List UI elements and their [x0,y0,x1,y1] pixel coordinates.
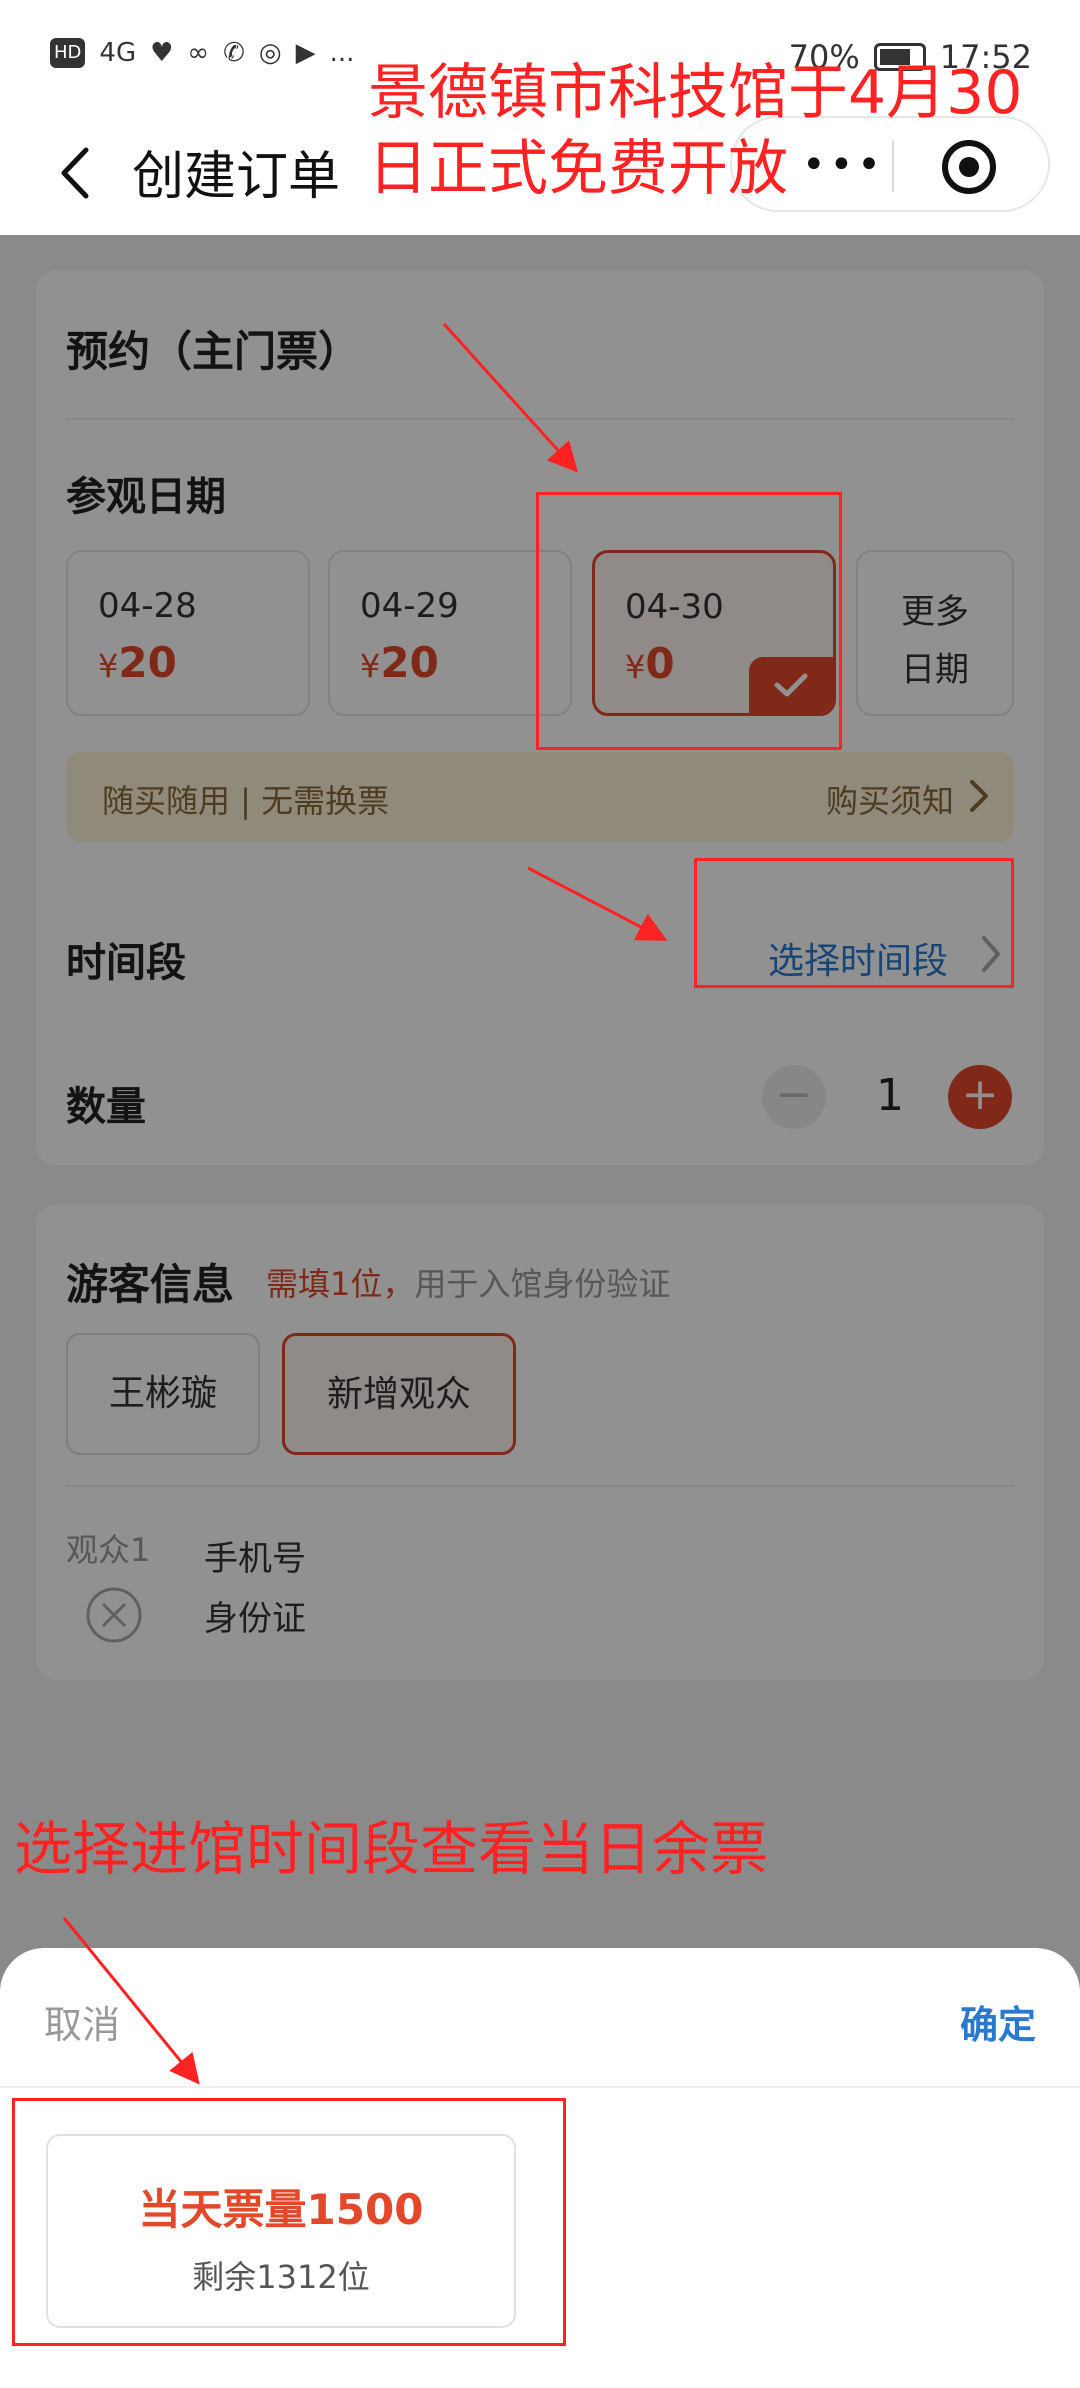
hd-icon: HD [50,38,86,68]
headline-annotation-line2: 日正式免费开放 [368,134,788,204]
call-icon: ✆ [223,38,245,68]
capsule-divider [892,140,894,192]
watermark-text: 大鹏落塌 [10,2360,106,2388]
play-icon: ▶ [295,38,316,68]
cancel-button[interactable]: 取消 [44,1994,120,2049]
highlight-box-date [536,492,842,750]
heart-icon: ♥ [150,38,174,68]
more-notifications-icon: ... [329,38,355,68]
highlight-box-slot-card [12,2098,566,2346]
back-arrow-icon[interactable] [44,138,114,208]
status-icons-left: HD 4G ♥ ∞ ✆ ◎ ▶ ... [50,38,354,68]
headline-annotation-line1: 景德镇市科技馆于4月30 [368,58,1023,128]
highlight-box-timeslot [694,858,1014,988]
close-miniprogram-icon[interactable] [942,140,996,194]
wechat-icon: ◎ [258,38,282,68]
more-menu-icon[interactable]: ••• [802,142,885,188]
signal-4g-icon: 4G [99,38,137,68]
timeslot-annotation: 选择进馆时间段查看当日余票 [14,1815,769,1883]
sheet-divider [0,2086,1080,2088]
link-icon: ∞ [187,38,210,68]
page-title: 创建订单 [132,147,341,207]
confirm-button[interactable]: 确定 [960,1994,1036,2049]
